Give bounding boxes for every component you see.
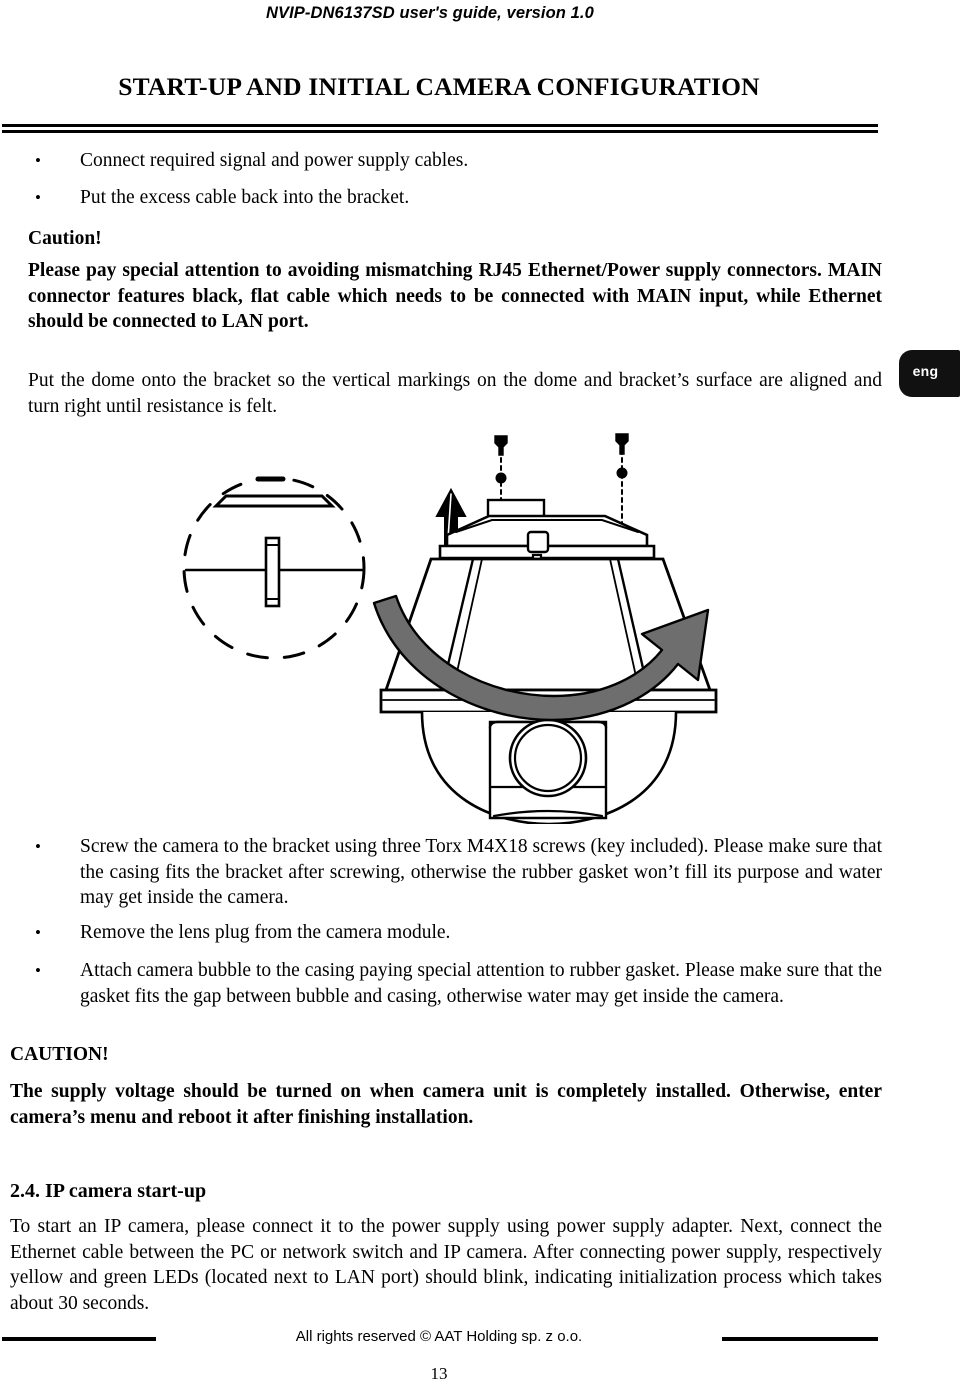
page-number: 13 [430, 1364, 448, 1383]
caution-label-bottom: CAUTION! [10, 1044, 109, 1065]
page-title: START-UP AND INITIAL CAMERA CONFIGURATIO… [118, 72, 760, 101]
caution-body-bottom: The supply voltage should be turned on w… [10, 1081, 882, 1128]
bullet-marker: • [35, 151, 41, 170]
list-item: • Put the excess cable back into the bra… [35, 185, 880, 211]
list-item-text: Put the excess cable back into the brack… [80, 187, 410, 208]
ptz-dome-camera [372, 433, 718, 824]
language-tab-eng[interactable]: eng [899, 350, 960, 397]
caution-label: Caution! [28, 228, 102, 249]
dome-mounting-diagram [150, 428, 720, 824]
torx-screw [615, 433, 629, 527]
caution-body: Please pay special attention to avoiding… [28, 260, 882, 333]
list-item: • Screw the camera to the bracket using … [35, 834, 882, 911]
list-item-text: Connect required signal and power supply… [80, 150, 469, 171]
list-item: • Attach camera bubble to the casing pay… [35, 958, 882, 1009]
bullet-marker: • [35, 961, 41, 980]
bullet-marker: • [35, 837, 41, 856]
running-header-title: NVIP-DN6137SD user's guide, version 1.0 [266, 4, 594, 22]
bullet-marker: • [35, 188, 41, 207]
section-heading-2-4: 2.4. IP camera start-up [10, 1180, 207, 1202]
list-item: • Remove the lens plug from the camera m… [35, 920, 882, 946]
bullet-marker: • [35, 923, 41, 942]
list-item-text: Attach camera bubble to the casing payin… [80, 960, 882, 1007]
footer-copyright: All rights reserved © AAT Holding sp. z … [295, 1328, 583, 1345]
list-item-text: Screw the camera to the bracket using th… [80, 836, 882, 909]
list-item-text: Remove the lens plug from the camera mod… [80, 922, 451, 943]
section-body-2-4: To start an IP camera, please connect it… [10, 1216, 882, 1314]
document-page: NVIP-DN6137SD user's guide, version 1.0 … [0, 0, 960, 1388]
dome-instruction-paragraph: Put the dome onto the bracket so the ver… [28, 370, 882, 417]
bracket-alignment-top-view [182, 476, 366, 660]
list-item: • Connect required signal and power supp… [35, 148, 880, 174]
language-tab-label: eng [912, 363, 939, 379]
title-double-rule [2, 124, 878, 133]
